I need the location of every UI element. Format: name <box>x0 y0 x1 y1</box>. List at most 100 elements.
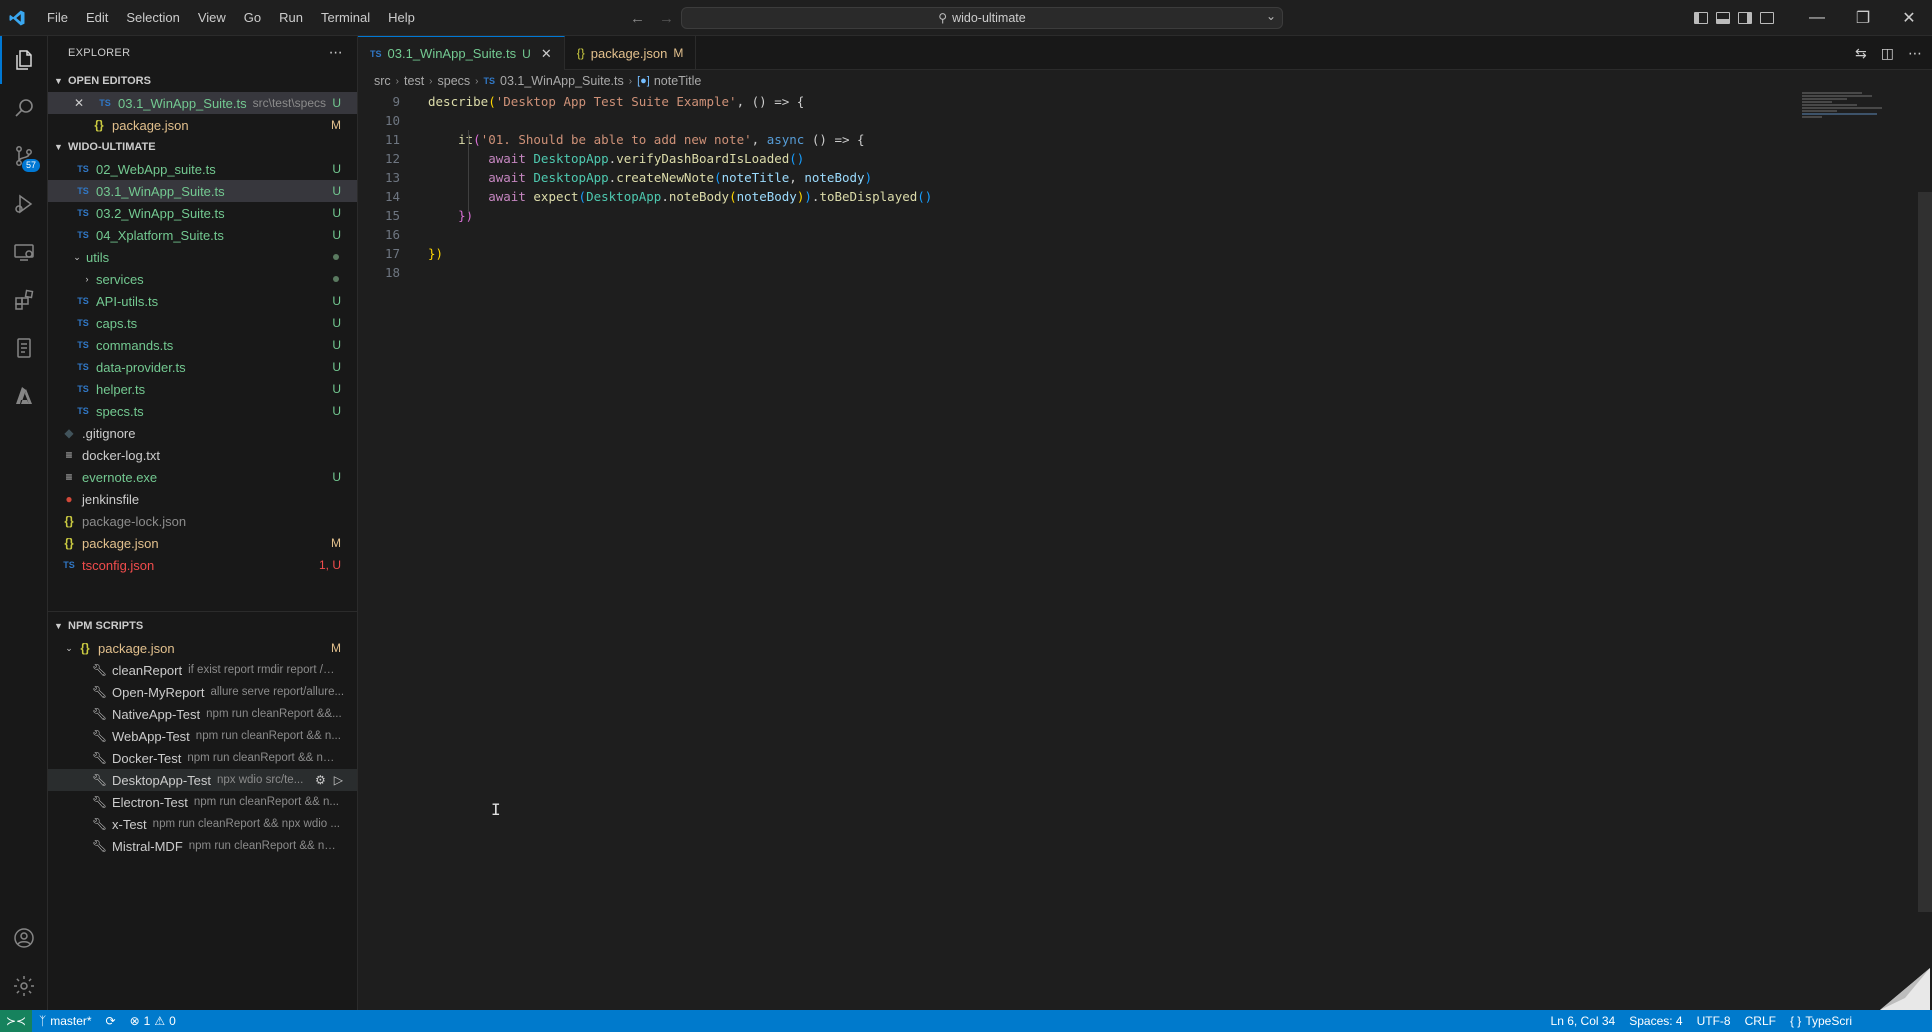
folder-item[interactable]: › services <box>48 268 357 290</box>
restore-icon[interactable]: ❐ <box>1840 0 1886 36</box>
tab-winapp-suite[interactable]: TS 03.1_WinApp_Suite.ts U ✕ <box>358 36 565 70</box>
breadcrumb-item[interactable]: src <box>374 74 391 88</box>
menu-selection[interactable]: Selection <box>117 0 188 36</box>
npm-script-item[interactable]: 🔧︎ x-Test npm run cleanReport && npx wdi… <box>48 813 357 835</box>
scroll-thumb[interactable] <box>1918 192 1932 912</box>
command-center-search[interactable]: ⚲ wido-ultimate ⌄ <box>681 7 1283 29</box>
breadcrumb-item[interactable]: noteTitle <box>654 74 701 88</box>
debug-script-icon[interactable]: ⚙ <box>315 769 326 791</box>
npm-script-item[interactable]: 🔧︎ cleanReport if exist report rmdir rep… <box>48 659 357 681</box>
menu-terminal[interactable]: Terminal <box>312 0 379 36</box>
file-item[interactable]: TS caps.ts U <box>48 312 357 334</box>
close-window-icon[interactable]: ✕ <box>1886 0 1932 36</box>
code-line: 10 <box>358 111 1778 130</box>
settings-gear-icon[interactable] <box>0 962 48 1010</box>
npm-script-item[interactable]: 🔧︎ Electron-Test npm run cleanReport && … <box>48 791 357 813</box>
editor-scrollbar[interactable] <box>1918 92 1932 992</box>
remote-indicator-icon[interactable]: ≻≺ <box>0 1010 32 1032</box>
back-arrow-icon[interactable]: ← <box>630 10 645 27</box>
minimize-icon[interactable]: — <box>1794 0 1840 36</box>
sync-icon[interactable]: ⟳ <box>99 1014 123 1028</box>
file-item[interactable]: ◆ .gitignore <box>48 422 357 444</box>
menu-go[interactable]: Go <box>235 0 270 36</box>
file-item[interactable]: TS 04_Xplatform_Suite.ts U <box>48 224 357 246</box>
file-item[interactable]: TS API-utils.ts U <box>48 290 357 312</box>
npm-script-item[interactable]: 🔧︎ NativeApp-Test npm run cleanReport &&… <box>48 703 357 725</box>
extensions-icon[interactable] <box>0 276 48 324</box>
menu-help[interactable]: Help <box>379 0 424 36</box>
explorer-icon[interactable] <box>0 36 48 84</box>
file-item[interactable]: TS helper.ts U <box>48 378 357 400</box>
chevron-right-icon: › <box>628 75 633 87</box>
npm-script-item[interactable]: 🔧︎ Open-MyReport allure serve report/all… <box>48 681 357 703</box>
breadcrumb-item[interactable]: 03.1_WinApp_Suite.ts <box>500 74 624 88</box>
close-editor-icon[interactable]: ✕ <box>74 92 84 114</box>
remote-explorer-icon[interactable] <box>0 228 48 276</box>
split-editor-icon[interactable]: ◫ <box>1881 45 1894 62</box>
toggle-primary-sidebar-icon[interactable] <box>1694 12 1708 24</box>
npm-script-item[interactable]: 🔧︎ DesktopApp-Test npx wdio src/te... ⚙ … <box>48 769 357 791</box>
more-actions-icon[interactable]: ⋯ <box>329 44 343 61</box>
workspace-section[interactable]: ▼ WIDO-ULTIMATE <box>48 136 357 158</box>
npm-script-item[interactable]: 🔧︎ WebApp-Test npm run cleanReport && n.… <box>48 725 357 747</box>
menu-file[interactable]: File <box>38 0 77 36</box>
file-item[interactable]: TS data-provider.ts U <box>48 356 357 378</box>
file-item[interactable]: TS 03.2_WinApp_Suite.ts U <box>48 202 357 224</box>
file-item[interactable]: ● jenkinsfile <box>48 488 357 510</box>
wrench-icon: 🔧︎ <box>92 729 108 743</box>
breadcrumb-item[interactable]: test <box>404 74 424 88</box>
toggle-secondary-sidebar-icon[interactable] <box>1738 12 1752 24</box>
run-script-icon[interactable]: ▷ <box>334 769 343 791</box>
json-file-icon: {} <box>576 46 585 60</box>
file-item[interactable]: {} package.json M <box>48 532 357 554</box>
file-item[interactable]: {} package-lock.json <box>48 510 357 532</box>
file-item[interactable]: ≡ evernote.exe U <box>48 466 357 488</box>
editor-tabs: TS 03.1_WinApp_Suite.ts U ✕ {} package.j… <box>358 36 1932 70</box>
line-number: 12 <box>384 151 400 166</box>
npm-package-item[interactable]: ⌄ {} package.json M <box>48 637 357 659</box>
end-of-line[interactable]: CRLF <box>1738 1014 1783 1028</box>
file-item[interactable]: TS specs.ts U <box>48 400 357 422</box>
open-editor-item[interactable]: {} package.json M <box>48 114 357 136</box>
file-item[interactable]: TS commands.ts U <box>48 334 357 356</box>
tab-package-json[interactable]: {} package.json M <box>565 36 697 70</box>
npm-script-item[interactable]: 🔧︎ Mistral-MDF npm run cleanReport && np… <box>48 835 357 857</box>
file-item[interactable]: TS 03.1_WinApp_Suite.ts U <box>48 180 357 202</box>
encoding[interactable]: UTF-8 <box>1690 1014 1738 1028</box>
breadcrumb-item[interactable]: specs <box>438 74 471 88</box>
open-editors-section[interactable]: ▼ OPEN EDITORS <box>48 70 357 92</box>
text-cursor-icon: I <box>491 800 501 819</box>
menu-run[interactable]: Run <box>270 0 312 36</box>
search-icon[interactable] <box>0 84 48 132</box>
npm-scripts-section[interactable]: ▼ NPM SCRIPTS <box>48 615 357 637</box>
menu-view[interactable]: View <box>189 0 235 36</box>
menu-edit[interactable]: Edit <box>77 0 117 36</box>
indentation[interactable]: Spaces: 4 <box>1622 1014 1689 1028</box>
minimap[interactable] <box>1802 92 1912 152</box>
source-control-icon[interactable]: 57 <box>0 132 48 180</box>
json-file-icon: {} <box>64 536 74 550</box>
problems-indicator[interactable]: ⊗ 1 ⚠ 0 <box>123 1014 183 1028</box>
forward-arrow-icon[interactable]: → <box>659 10 674 27</box>
folder-item[interactable]: ⌄ utils <box>48 246 357 268</box>
close-tab-icon[interactable]: ✕ <box>541 46 552 62</box>
npm-script-item[interactable]: 🔧︎ Docker-Test npm run cleanReport && np… <box>48 747 357 769</box>
more-actions-icon[interactable]: ⋯ <box>1908 45 1922 62</box>
chevron-down-icon[interactable]: ⌄ <box>1266 9 1276 23</box>
customize-layout-icon[interactable] <box>1760 12 1774 24</box>
file-item[interactable]: TS tsconfig.json 1, U <box>48 554 357 576</box>
testing-icon[interactable] <box>0 324 48 372</box>
run-debug-icon[interactable] <box>0 180 48 228</box>
open-editor-item[interactable]: ✕ TS 03.1_WinApp_Suite.ts src\test\specs… <box>48 92 357 114</box>
account-icon[interactable] <box>0 914 48 962</box>
code-editor[interactable]: 9 describe('Desktop App Test Suite Examp… <box>358 92 1778 282</box>
file-item[interactable]: ≡ docker-log.txt <box>48 444 357 466</box>
toggle-panel-icon[interactable] <box>1716 12 1730 24</box>
cursor-position[interactable]: Ln 6, Col 34 <box>1544 1014 1623 1028</box>
azure-icon[interactable] <box>0 372 48 420</box>
open-changes-icon[interactable]: ⇆ <box>1855 45 1867 62</box>
file-item[interactable]: TS 02_WebApp_suite.ts U <box>48 158 357 180</box>
language-mode[interactable]: { } TypeScri <box>1783 1014 1932 1028</box>
chevron-down-icon: ▼ <box>54 621 63 631</box>
branch-indicator[interactable]: ᛉ master* <box>32 1014 99 1028</box>
